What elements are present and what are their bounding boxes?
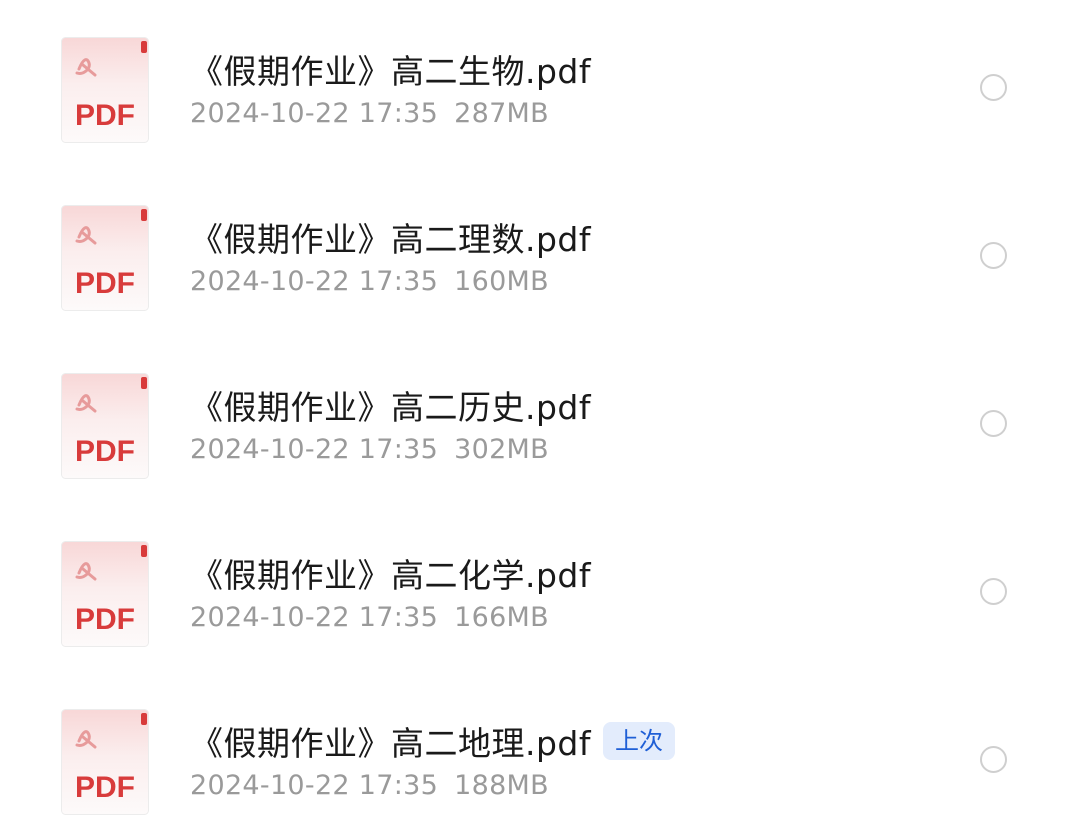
file-name-line: 《假期作业》高二生物.pdf [190, 46, 591, 92]
file-row[interactable]: PDF 《假期作业》高二历史.pdf 2024-10-22 17:35 302MB [0, 336, 1080, 504]
file-row[interactable]: PDF 《假期作业》高二生物.pdf 2024-10-22 17:35 287MB [0, 0, 1080, 168]
pdf-file-icon: PDF [61, 541, 149, 647]
select-radio[interactable] [980, 578, 1007, 605]
file-size: 302MB [454, 434, 549, 465]
file-row[interactable]: PDF 《假期作业》高二理数.pdf 2024-10-22 17:35 160MB [0, 168, 1080, 336]
file-size: 188MB [454, 770, 549, 801]
file-date: 2024-10-22 17:35 [190, 98, 439, 129]
pdf-file-icon: PDF [61, 709, 149, 815]
file-list: PDF 《假期作业》高二生物.pdf 2024-10-22 17:35 287MB [0, 0, 1080, 827]
file-name-line: 《假期作业》高二理数.pdf [190, 214, 591, 260]
file-name-line: 《假期作业》高二历史.pdf [190, 382, 591, 428]
file-meta: 2024-10-22 17:35 287MB [190, 98, 549, 129]
file-name: 《假期作业》高二理数.pdf [190, 220, 592, 259]
pdf-label: PDF [75, 771, 135, 804]
file-name-line: 《假期作业》高二地理.pdf 上次 [190, 718, 676, 764]
file-date: 2024-10-22 17:35 [190, 602, 439, 633]
file-name: 《假期作业》高二化学.pdf [190, 556, 592, 595]
select-radio[interactable] [980, 74, 1007, 101]
select-radio[interactable] [980, 746, 1007, 773]
file-size: 166MB [454, 602, 549, 633]
file-name: 《假期作业》高二历史.pdf [190, 388, 592, 427]
pdf-label: PDF [75, 267, 135, 300]
file-date: 2024-10-22 17:35 [190, 434, 439, 465]
file-row[interactable]: PDF 《假期作业》高二化学.pdf 2024-10-22 17:35 166MB [0, 504, 1080, 672]
pdf-file-icon: PDF [61, 373, 149, 479]
file-meta: 2024-10-22 17:35 160MB [190, 266, 549, 297]
file-date: 2024-10-22 17:35 [190, 770, 439, 801]
pdf-file-icon: PDF [61, 205, 149, 311]
pdf-label: PDF [75, 603, 135, 636]
file-size: 287MB [454, 98, 549, 129]
file-meta: 2024-10-22 17:35 166MB [190, 602, 549, 633]
file-meta: 2024-10-22 17:35 302MB [190, 434, 549, 465]
last-opened-badge: 上次 [603, 722, 676, 760]
file-size: 160MB [454, 266, 549, 297]
file-meta: 2024-10-22 17:35 188MB [190, 770, 549, 801]
pdf-label: PDF [75, 435, 135, 468]
file-date: 2024-10-22 17:35 [190, 266, 439, 297]
pdf-label: PDF [75, 99, 135, 132]
select-radio[interactable] [980, 242, 1007, 269]
file-name: 《假期作业》高二地理.pdf [190, 724, 592, 763]
file-row[interactable]: PDF 《假期作业》高二地理.pdf 上次 2024-10-22 17:35 18… [0, 672, 1080, 840]
file-name: 《假期作业》高二生物.pdf [190, 52, 592, 91]
pdf-file-icon: PDF [61, 37, 149, 143]
select-radio[interactable] [980, 410, 1007, 437]
file-name-line: 《假期作业》高二化学.pdf [190, 550, 591, 596]
